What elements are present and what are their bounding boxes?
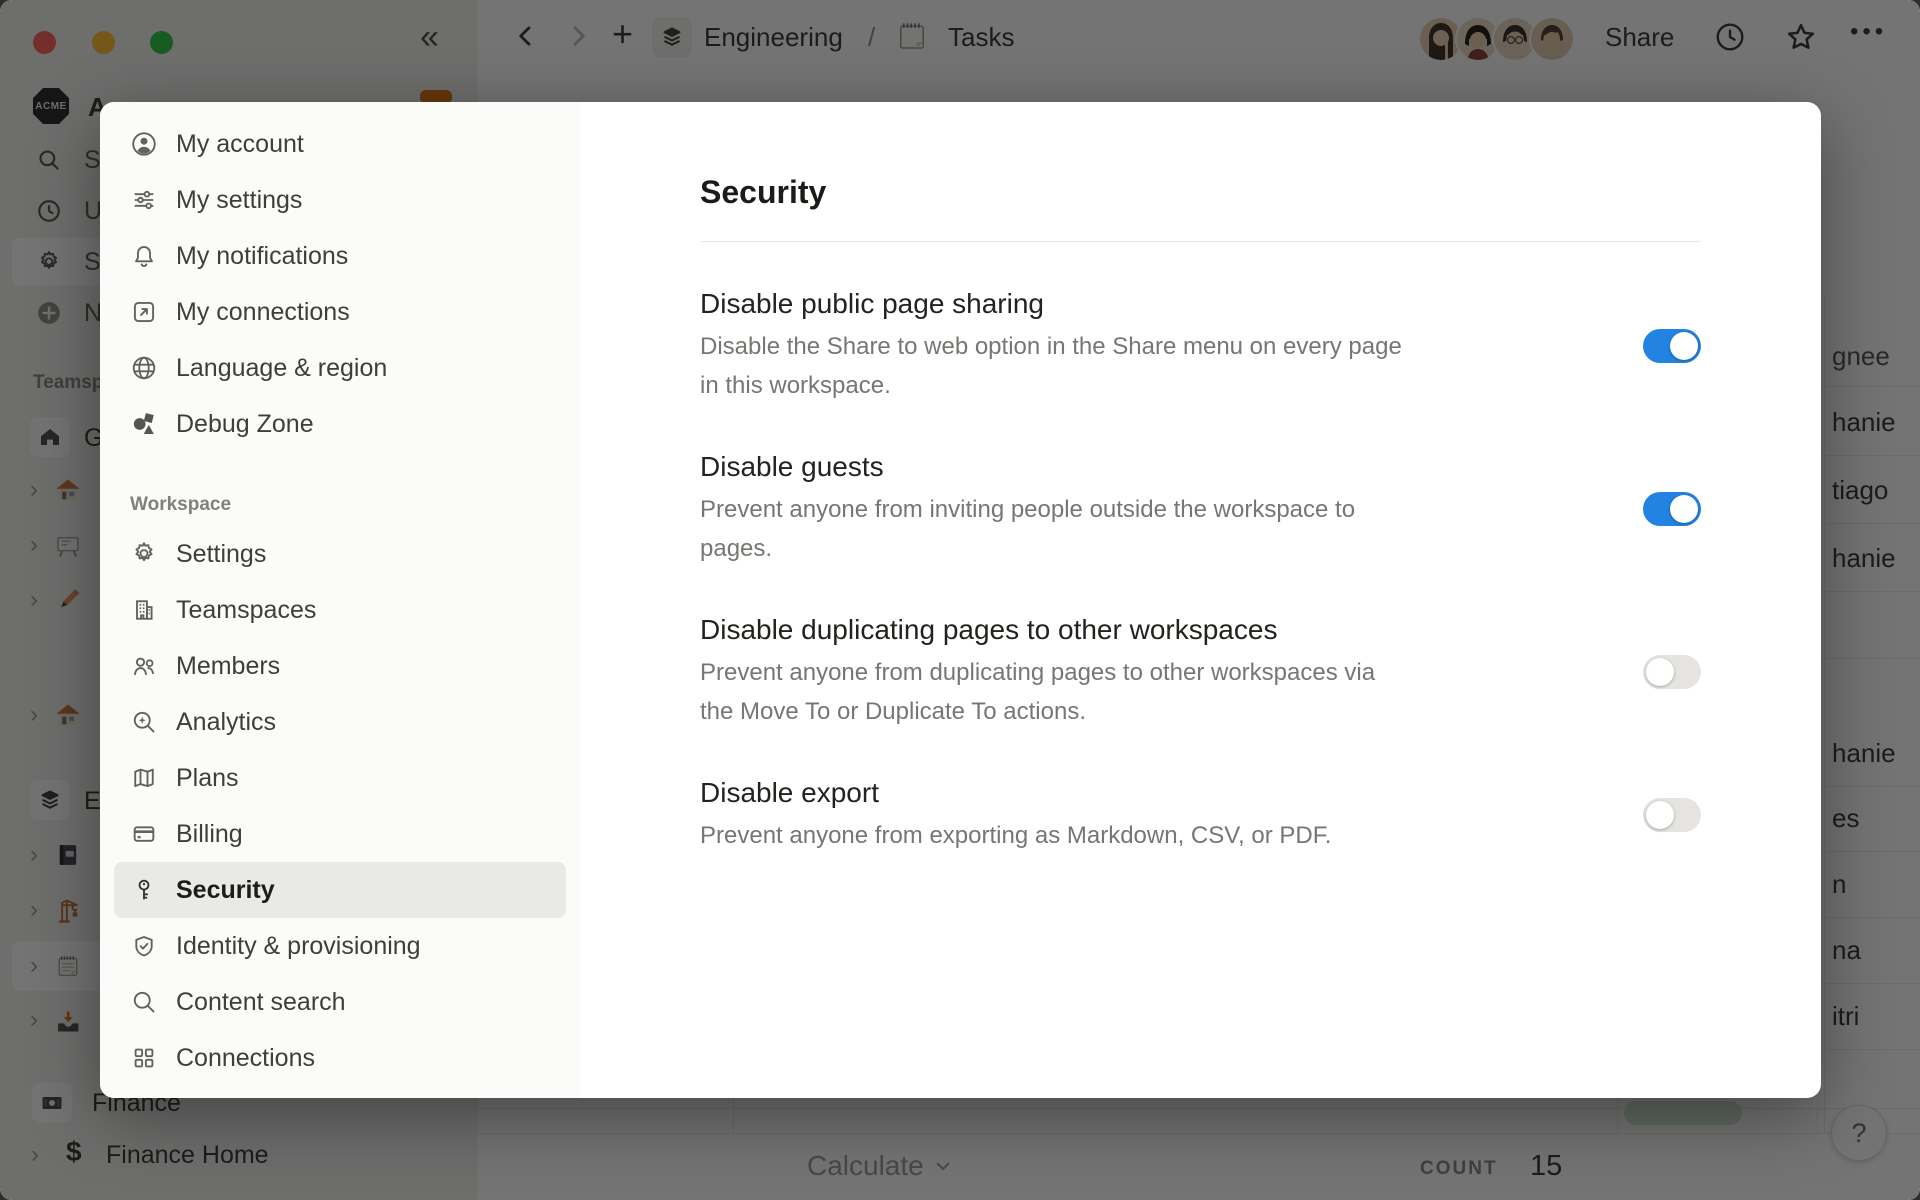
sidebar-item-language-region[interactable]: Language & region (114, 340, 566, 396)
sidebar-item-identity-provisioning[interactable]: Identity & provisioning (114, 918, 566, 974)
sidebar-item-my-notifications[interactable]: My notifications (114, 228, 566, 284)
sidebar-item-billing[interactable]: Billing (114, 806, 566, 862)
setting-title: Disable public page sharing (700, 286, 1643, 322)
gear-icon (130, 540, 158, 568)
setting-row-disable-public-sharing: Disable public page sharing Disable the … (700, 286, 1701, 405)
bell-icon (130, 242, 158, 270)
credit-card-icon (130, 820, 158, 848)
workspace-section-header: Workspace (130, 494, 580, 516)
building-icon (130, 596, 158, 624)
sidebar-item-settings[interactable]: Settings (114, 526, 566, 582)
toggle-disable-guests[interactable] (1643, 492, 1701, 526)
settings-sidebar: My account My settings My notifications … (100, 102, 580, 1098)
sidebar-item-my-connections[interactable]: My connections (114, 284, 566, 340)
app-window: « ACME A S U S N Teamsp G › (0, 0, 1920, 1200)
search-icon (130, 988, 158, 1016)
sidebar-item-teamspaces[interactable]: Teamspaces (114, 582, 566, 638)
sidebar-item-debug-zone[interactable]: Debug Zone (114, 396, 566, 452)
shapes-icon (130, 410, 158, 438)
setting-description: Prevent anyone from inviting people outs… (700, 490, 1643, 568)
map-icon (130, 764, 158, 792)
grid-icon (130, 1044, 158, 1072)
setting-title: Disable export (700, 775, 1643, 811)
sidebar-item-plans[interactable]: Plans (114, 750, 566, 806)
settings-panel-security: Security Disable public page sharing Dis… (580, 102, 1821, 1098)
setting-row-disable-duplicating: Disable duplicating pages to other works… (700, 612, 1701, 731)
setting-row-disable-export: Disable export Prevent anyone from expor… (700, 775, 1701, 855)
magnifier-sparkle-icon (130, 708, 158, 736)
sidebar-item-analytics[interactable]: Analytics (114, 694, 566, 750)
sidebar-item-content-search[interactable]: Content search (114, 974, 566, 1030)
page-title: Security (700, 174, 1701, 211)
person-circle-icon (130, 130, 158, 158)
toggle-disable-duplicating[interactable] (1643, 655, 1701, 689)
setting-row-disable-guests: Disable guests Prevent anyone from invit… (700, 449, 1701, 568)
toggle-disable-export[interactable] (1643, 798, 1701, 832)
sidebar-item-members[interactable]: Members (114, 638, 566, 694)
settings-modal: My account My settings My notifications … (100, 102, 1821, 1098)
people-icon (130, 652, 158, 680)
shield-check-icon (130, 932, 158, 960)
setting-description: Prevent anyone from duplicating pages to… (700, 653, 1643, 731)
sidebar-item-connections[interactable]: Connections (114, 1030, 566, 1086)
sliders-icon (130, 186, 158, 214)
setting-title: Disable duplicating pages to other works… (700, 612, 1643, 648)
toggle-disable-public-sharing[interactable] (1643, 329, 1701, 363)
sidebar-item-my-account[interactable]: My account (114, 116, 566, 172)
divider (700, 241, 1701, 242)
setting-title: Disable guests (700, 449, 1643, 485)
globe-icon (130, 354, 158, 382)
arrow-up-right-square-icon (130, 298, 158, 326)
sidebar-item-my-settings[interactable]: My settings (114, 172, 566, 228)
sidebar-item-security[interactable]: Security (114, 862, 566, 918)
setting-description: Disable the Share to web option in the S… (700, 327, 1643, 405)
key-icon (130, 876, 158, 904)
setting-description: Prevent anyone from exporting as Markdow… (700, 816, 1643, 855)
